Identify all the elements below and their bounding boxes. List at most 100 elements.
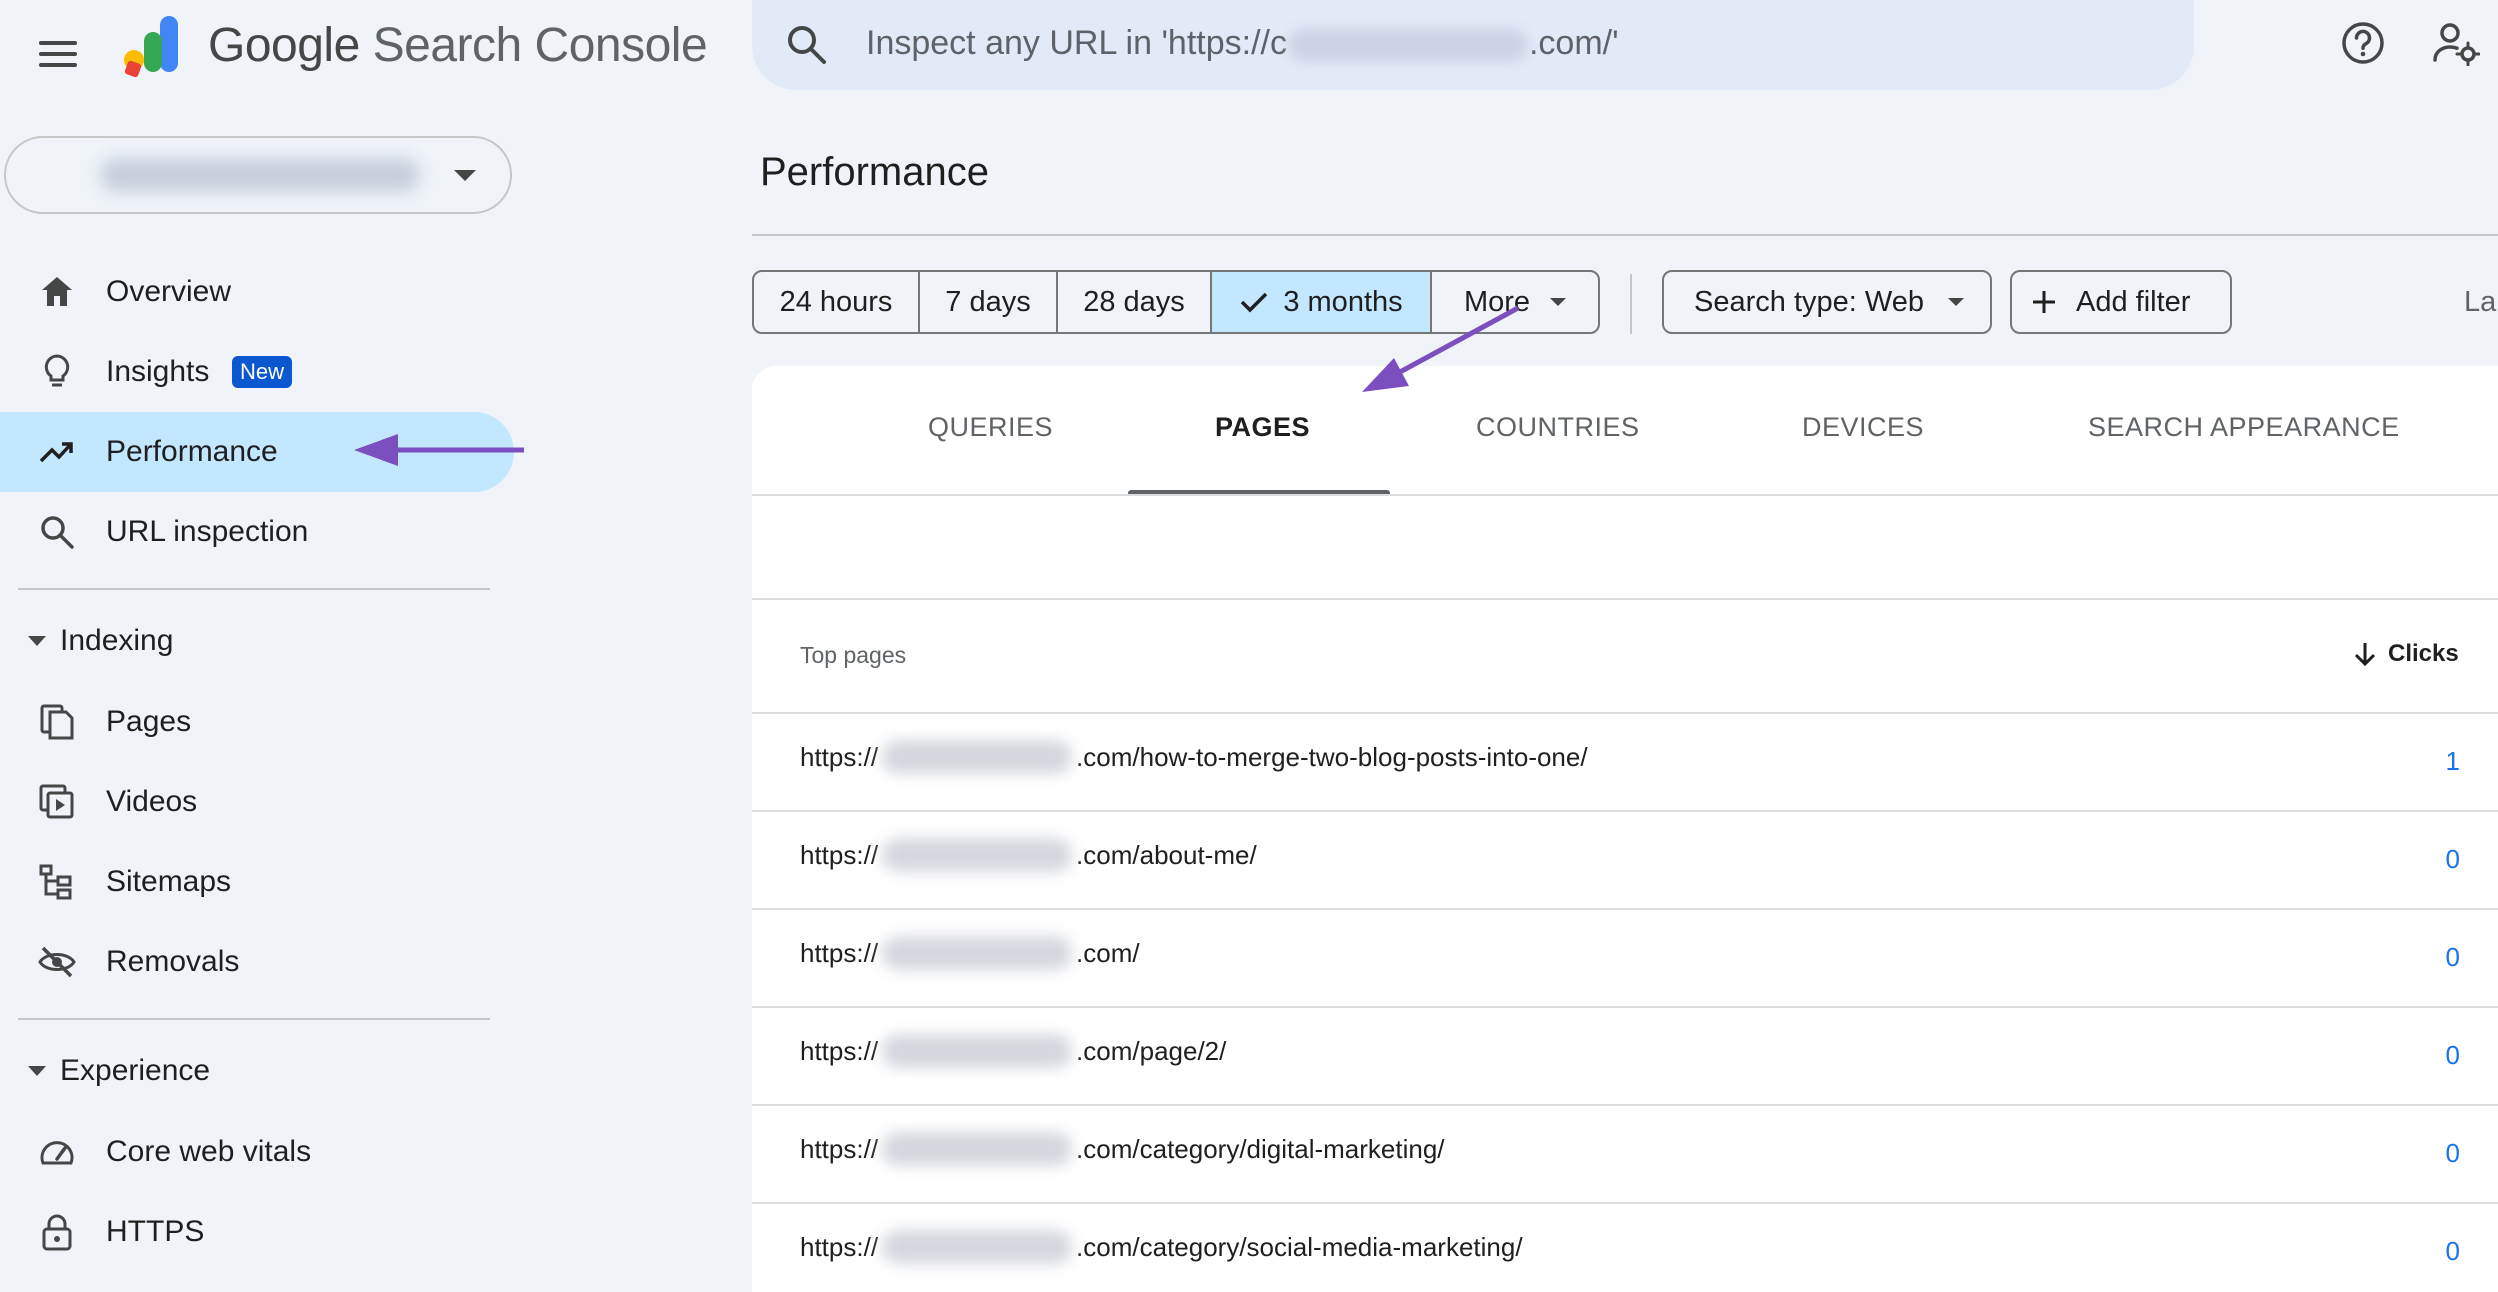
table-row-divider — [752, 1006, 2498, 1008]
clicks-column-header[interactable]: Clicks — [2352, 640, 2459, 668]
page-title: Performance — [760, 150, 989, 194]
sidebar-item-sitemaps[interactable]: Sitemaps — [0, 842, 514, 922]
table-header-divider — [752, 712, 2498, 714]
sidebar-item-videos[interactable]: Videos — [0, 762, 514, 842]
url-path: .com/category/digital-marketing/ — [1076, 1133, 1445, 1164]
section-title: Indexing — [60, 624, 174, 657]
redacted-domain — [882, 1132, 1073, 1166]
sidebar-section-experience[interactable]: Experience — [28, 1054, 210, 1088]
redacted-domain — [882, 1034, 1073, 1068]
sidebar-item-label: Performance — [106, 435, 278, 468]
add-filter-button[interactable]: Add filter — [2010, 270, 2232, 334]
video-icon — [39, 784, 74, 819]
clicks-value: 0 — [2445, 1040, 2460, 1070]
main-menu-button[interactable] — [28, 24, 88, 84]
url-path: .com/about-me/ — [1076, 839, 1257, 870]
menu-line — [39, 41, 77, 45]
sidebar-item-url-inspection[interactable]: URL inspection — [0, 492, 514, 572]
search-icon[interactable] — [784, 22, 828, 66]
sidebar-item-overview[interactable]: Overview — [0, 252, 514, 332]
product-name[interactable]: Google Search Console — [208, 18, 708, 73]
range-7-days[interactable]: 7 days — [920, 272, 1058, 332]
range-24-hours[interactable]: 24 hours — [754, 272, 920, 332]
help-icon[interactable] — [2340, 20, 2386, 66]
page-url[interactable]: https:// .com/ — [800, 936, 1140, 970]
table-row-divider — [752, 1202, 2498, 1204]
menu-line — [39, 63, 77, 67]
redacted-domain — [882, 1230, 1073, 1264]
sidebar-item-https[interactable]: HTTPS — [0, 1192, 514, 1272]
page-url[interactable]: https:// .com/category/social-media-marke… — [800, 1230, 1523, 1264]
range-more-dropdown[interactable]: More — [1432, 272, 1598, 332]
tab-devices[interactable]: DEVICES — [1802, 412, 1924, 443]
tab-search-appearance[interactable]: SEARCH APPEARANCE — [2088, 412, 2400, 443]
range-3-months[interactable]: 3 months — [1212, 272, 1432, 332]
sidebar-item-removals[interactable]: Removals — [0, 922, 514, 1002]
table-row-divider — [752, 1104, 2498, 1106]
brand-product: Search Console — [372, 19, 708, 72]
range-28-days[interactable]: 28 days — [1058, 272, 1212, 332]
sidebar-item-pages[interactable]: Pages — [0, 682, 514, 762]
collapse-triangle-icon — [28, 636, 46, 646]
url-prefix: https:// — [800, 1035, 879, 1066]
url-prefix: https:// — [800, 1231, 879, 1262]
trending-up-icon — [39, 442, 73, 463]
user-settings-icon[interactable] — [2432, 20, 2480, 66]
table-row-divider — [752, 908, 2498, 910]
sitemap-icon — [39, 864, 72, 900]
sidebar-item-label: URL inspection — [106, 515, 309, 548]
page-url[interactable]: https:// .com/how-to-merge-two-blog-posts… — [800, 740, 1588, 774]
sidebar-item-label: Pages — [106, 705, 192, 738]
home-icon — [42, 277, 72, 306]
pages-icon — [40, 704, 74, 740]
check-icon — [1241, 292, 1268, 313]
chevron-down-icon[interactable] — [454, 170, 476, 181]
sidebar-divider — [18, 588, 490, 590]
sidebar-item-label: Videos — [106, 785, 198, 818]
sidebar-item-label: HTTPS — [106, 1215, 205, 1248]
redacted-domain — [882, 740, 1073, 774]
url-path: .com/ — [1076, 937, 1140, 968]
page-url[interactable]: https:// .com/category/digital-marketing/ — [800, 1132, 1445, 1166]
redacted-property-name — [100, 158, 420, 192]
search-placeholder-suffix: .com/' — [1528, 24, 1619, 62]
chevron-down-icon — [1550, 298, 1567, 306]
tab-countries[interactable]: COUNTRIES — [1476, 412, 1640, 443]
section-title: Experience — [60, 1054, 211, 1087]
page-url[interactable]: https:// .com/about-me/ — [800, 838, 1257, 872]
search-console-logo-icon — [124, 16, 178, 78]
menu-line — [39, 52, 77, 56]
title-divider — [752, 234, 2498, 236]
search-type-label: Search type: Web — [1694, 285, 1924, 318]
sidebar-item-label: Removals — [106, 945, 240, 978]
page-url[interactable]: https:// .com/page/2/ — [800, 1034, 1226, 1068]
search-input[interactable]: Inspect any URL in 'https://c .com/' — [866, 24, 1619, 63]
redacted-domain — [882, 838, 1073, 872]
clicks-value: 1 — [2445, 746, 2460, 776]
new-badge: New — [232, 356, 293, 388]
date-range-selector[interactable]: 24 hours 7 days 28 days 3 months More — [752, 270, 1600, 334]
url-path: .com/how-to-merge-two-blog-posts-into-on… — [1076, 741, 1588, 772]
add-filter-label: Add filter — [2076, 285, 2191, 318]
sidebar-item-insights[interactable]: Insights New — [0, 332, 514, 412]
sidebar-item-label: Core web vitals — [106, 1135, 312, 1168]
url-prefix: https:// — [800, 839, 879, 870]
tab-queries[interactable]: QUERIES — [928, 412, 1053, 443]
clicks-value: 0 — [2445, 844, 2460, 874]
toolbar-separator — [1630, 274, 1632, 334]
chevron-down-icon — [1947, 298, 1964, 306]
arrow-down-icon — [2354, 643, 2376, 667]
url-path: .com/page/2/ — [1076, 1035, 1227, 1066]
lightbulb-icon — [44, 354, 70, 387]
url-prefix: https:// — [800, 937, 879, 968]
table-row-divider — [752, 810, 2498, 812]
search-type-dropdown[interactable]: Search type: Web — [1662, 270, 1992, 334]
url-path: .com/category/social-media-marketing/ — [1076, 1231, 1523, 1262]
sidebar-section-indexing[interactable]: Indexing — [28, 624, 173, 658]
tab-pages[interactable]: PAGES — [1215, 412, 1310, 443]
sidebar-item-core-web-vitals[interactable]: Core web vitals — [0, 1112, 514, 1192]
table-divider — [752, 598, 2498, 600]
brand-google: Google — [208, 19, 360, 72]
tabs-divider — [752, 494, 2498, 496]
sidebar-item-performance[interactable]: Performance — [0, 412, 514, 492]
